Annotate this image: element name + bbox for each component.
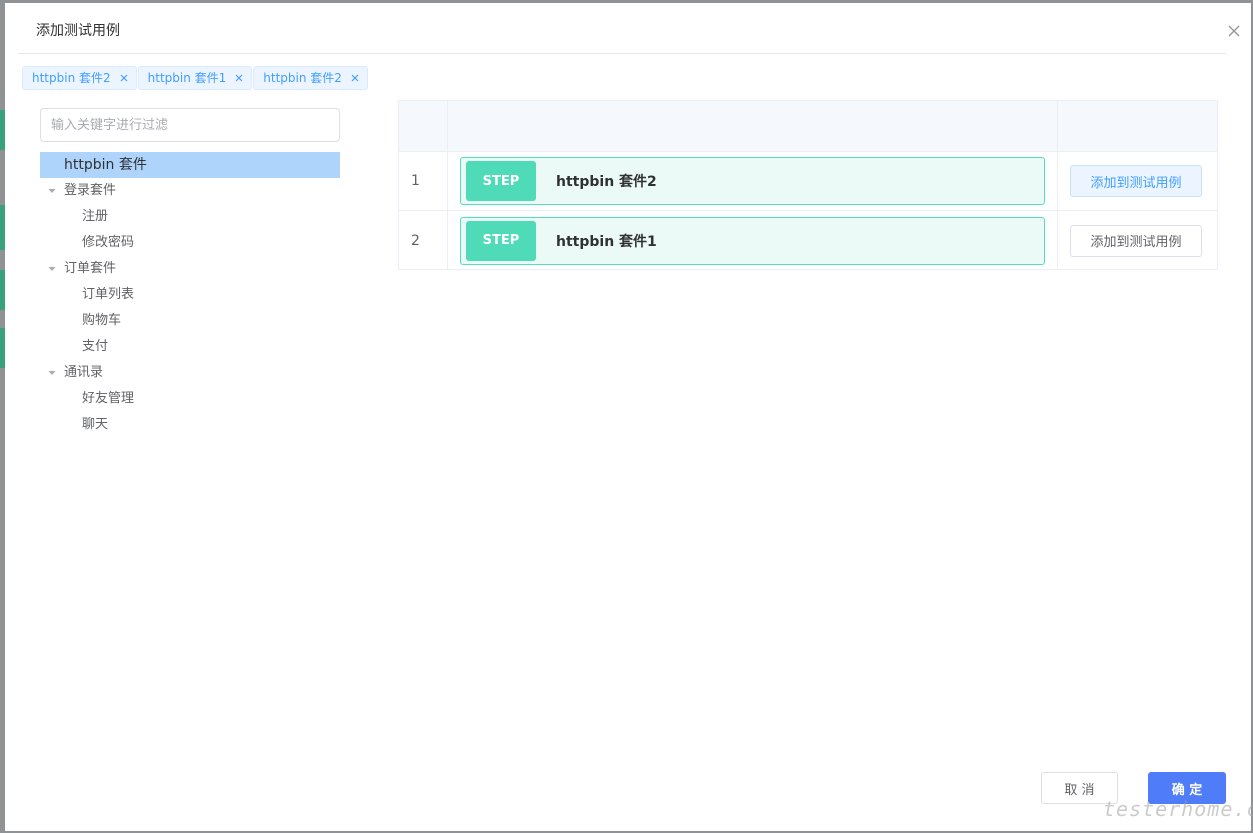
table-row: 2 STEP httpbin 套件1 添加到测试用例 xyxy=(399,211,1217,270)
suite-tree: httpbin 套件 登录套件 注册 修改密码 订单套件 订单列表 购物车 支付 xyxy=(40,152,340,438)
tag-close-icon[interactable] xyxy=(349,72,361,84)
step-card: STEP httpbin 套件2 xyxy=(460,157,1045,205)
tag-close-icon[interactable] xyxy=(233,72,245,84)
tree-node-label: 聊天 xyxy=(82,417,109,432)
selected-tag: httpbin 套件2 xyxy=(22,66,137,90)
selected-tag: httpbin 套件1 xyxy=(137,66,253,90)
tree-node-label: 购物车 xyxy=(82,313,122,328)
tree-node-label: 登录套件 xyxy=(64,183,117,198)
tag-close-icon[interactable] xyxy=(118,72,130,84)
table-header xyxy=(399,101,1217,152)
step-card: STEP httpbin 套件1 xyxy=(460,216,1045,265)
tag-label: httpbin 套件1 xyxy=(147,71,227,85)
step-badge: STEP xyxy=(466,161,536,201)
step-name: httpbin 套件1 xyxy=(556,233,657,250)
row-index: 1 xyxy=(399,152,448,210)
tree-node-root[interactable]: httpbin 套件 xyxy=(40,152,340,178)
tree-node-label: 注册 xyxy=(82,209,109,224)
tree-node-label: 修改密码 xyxy=(82,235,135,250)
tree-node-label: 通讯录 xyxy=(64,365,104,380)
tree-node-label: 订单套件 xyxy=(64,261,117,276)
tag-label: httpbin 套件2 xyxy=(32,71,111,85)
row-action-cell: 添加到测试用例 xyxy=(1058,211,1217,270)
row-action-cell: 添加到测试用例 xyxy=(1058,152,1217,210)
header-action-cell xyxy=(1058,101,1217,151)
tree-node-leaf[interactable]: 好友管理 xyxy=(40,386,340,412)
header-step-cell xyxy=(448,101,1058,151)
tree-node-group[interactable]: 通讯录 xyxy=(40,360,340,386)
tree-node-leaf[interactable]: 购物车 xyxy=(40,308,340,334)
tree-node-leaf[interactable]: 修改密码 xyxy=(40,230,340,256)
tree-node-group[interactable]: 登录套件 xyxy=(40,178,340,204)
selected-tags: httpbin 套件2 httpbin 套件1 httpbin 套件2 xyxy=(22,66,369,90)
step-table: 1 STEP httpbin 套件2 添加到测试用例 2 STEP httpbi… xyxy=(398,100,1218,270)
dialog-title: 添加测试用例 xyxy=(36,23,120,39)
add-to-testcase-button[interactable]: 添加到测试用例 xyxy=(1070,224,1202,257)
caret-down-icon[interactable] xyxy=(46,185,58,197)
filter-input[interactable] xyxy=(40,108,340,142)
tree-node-label: 订单列表 xyxy=(82,287,135,302)
selected-tag: httpbin 套件2 xyxy=(253,66,368,90)
tag-label: httpbin 套件2 xyxy=(263,71,342,85)
tree-node-group[interactable]: 订单套件 xyxy=(40,256,340,282)
table-row: 1 STEP httpbin 套件2 添加到测试用例 xyxy=(399,152,1217,211)
caret-down-icon[interactable] xyxy=(46,263,58,275)
tree-node-leaf[interactable]: 订单列表 xyxy=(40,282,340,308)
dialog-header: 添加测试用例 xyxy=(18,3,1240,54)
tree-node-leaf[interactable]: 聊天 xyxy=(40,412,340,438)
caret-down-icon[interactable] xyxy=(46,367,58,379)
row-index: 2 xyxy=(399,211,448,270)
tree-node-label: 好友管理 xyxy=(82,391,135,406)
header-index-cell xyxy=(399,101,448,151)
row-step-cell: STEP httpbin 套件1 xyxy=(448,211,1058,270)
close-icon[interactable] xyxy=(1226,23,1242,39)
watermark: testerhome.com xyxy=(1103,797,1253,821)
tree-node-leaf[interactable]: 注册 xyxy=(40,204,340,230)
add-testcase-dialog: 添加测试用例 httpbin 套件2 httpbin 套件1 httpbin 套… xyxy=(5,3,1253,831)
tree-node-leaf[interactable]: 支付 xyxy=(40,334,340,360)
row-step-cell: STEP httpbin 套件2 xyxy=(448,152,1058,210)
tree-node-label: 支付 xyxy=(82,339,109,354)
tree-node-label: httpbin 套件 xyxy=(64,157,147,173)
step-badge: STEP xyxy=(466,220,536,261)
step-name: httpbin 套件2 xyxy=(556,174,657,190)
add-to-testcase-button[interactable]: 添加到测试用例 xyxy=(1070,165,1202,197)
